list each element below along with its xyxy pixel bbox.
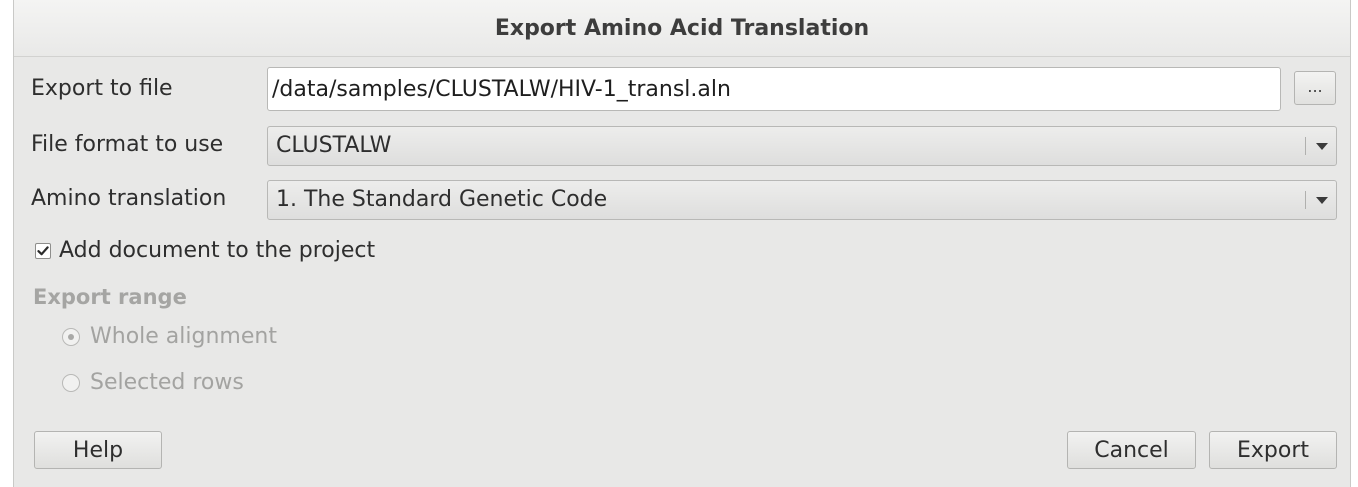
help-button[interactable]: Help: [34, 431, 162, 469]
amino-translation-combo[interactable]: 1. The Standard Genetic Code: [267, 180, 1337, 220]
amino-translation-label: Amino translation: [31, 186, 227, 211]
file-format-value: CLUSTALW: [276, 133, 392, 158]
browse-button[interactable]: ...: [1294, 71, 1336, 105]
add-to-project-label: Add document to the project: [59, 238, 376, 263]
selected-rows-option[interactable]: Selected rows: [62, 370, 244, 396]
selected-rows-label: Selected rows: [90, 370, 244, 395]
whole-alignment-label: Whole alignment: [90, 324, 277, 349]
title-bar[interactable]: Export Amino Acid Translation: [14, 0, 1350, 57]
add-to-project-row[interactable]: Add document to the project: [35, 238, 375, 264]
file-format-combo[interactable]: CLUSTALW: [267, 126, 1337, 166]
combo-separator: [1305, 137, 1306, 155]
chevron-down-icon: [1316, 143, 1328, 150]
export-dialog: Export Amino Acid Translation Export to …: [13, 0, 1351, 487]
whole-alignment-radio[interactable]: [62, 328, 80, 346]
checkmark-icon: [37, 246, 49, 256]
add-to-project-checkbox[interactable]: [35, 243, 51, 259]
selected-rows-radio[interactable]: [62, 374, 80, 392]
whole-alignment-option[interactable]: Whole alignment: [62, 324, 277, 350]
amino-translation-value: 1. The Standard Genetic Code: [276, 187, 608, 212]
cancel-button[interactable]: Cancel: [1067, 431, 1196, 469]
export-range-title: Export range: [33, 285, 187, 309]
chevron-down-icon: [1316, 197, 1328, 204]
export-file-label: Export to file: [31, 76, 173, 101]
export-file-input[interactable]: [267, 67, 1281, 111]
file-format-label: File format to use: [31, 132, 224, 157]
export-button[interactable]: Export: [1209, 431, 1337, 469]
combo-separator: [1305, 191, 1306, 209]
dialog-title: Export Amino Acid Translation: [494, 15, 870, 41]
radio-selected-dot: [68, 334, 74, 340]
